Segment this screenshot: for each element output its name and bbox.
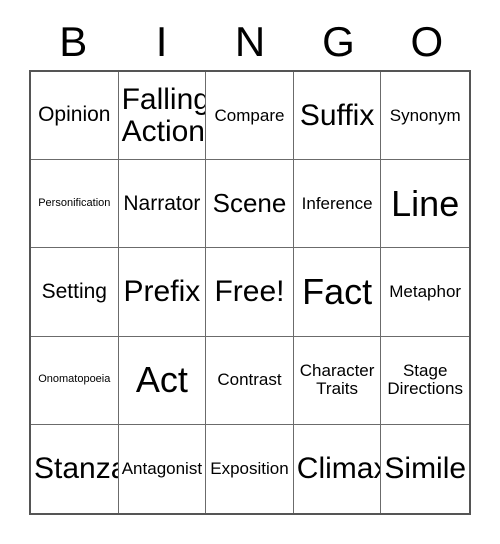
bingo-cell-label: Personification — [38, 196, 111, 209]
bingo-header-letter-o: O — [410, 18, 444, 65]
bingo-cell-i4[interactable]: Act — [118, 336, 207, 425]
bingo-cell-label: Line — [391, 182, 460, 224]
bingo-cell-label: Metaphor — [389, 281, 462, 301]
bingo-cell-n5[interactable]: Exposition — [206, 424, 294, 513]
bingo-cell-label: Scene — [212, 188, 287, 219]
bingo-cell-n4[interactable]: Contrast — [206, 336, 294, 425]
bingo-cell-label: Inference — [301, 193, 373, 213]
bingo-cell-label: Climax — [296, 451, 382, 485]
bingo-cell-label: Setting — [41, 279, 107, 303]
bingo-cell-label: Stanza — [34, 451, 119, 485]
bingo-cell-label: Falling Action — [121, 82, 207, 148]
bingo-cell-b4[interactable]: Onomatopoeia — [31, 336, 119, 425]
bingo-cell-label: Act — [135, 359, 188, 401]
bingo-cell-o2[interactable]: Line — [381, 160, 469, 249]
bingo-header-letter-i: I — [155, 18, 168, 65]
bingo-cell-label: Narrator — [123, 191, 201, 215]
bingo-cell-label: Stage Directions — [387, 361, 463, 399]
bingo-cell-b5[interactable]: Stanza — [31, 424, 119, 513]
bingo-cell-label: Suffix — [299, 98, 375, 132]
bingo-cell-b3[interactable]: Setting — [31, 248, 119, 337]
bingo-cell-g4[interactable]: Character Traits — [293, 336, 382, 425]
bingo-free-space-label: Free! — [214, 275, 285, 309]
bingo-cell-g5[interactable]: Climax — [293, 424, 382, 513]
bingo-cell-free-space[interactable]: Free! — [206, 248, 294, 337]
bingo-cell-label: Character Traits — [299, 361, 375, 399]
bingo-cell-i5[interactable]: Antagonist — [118, 424, 207, 513]
bingo-cell-label: Fact — [302, 270, 373, 312]
bingo-cell-o3[interactable]: Metaphor — [381, 248, 469, 337]
bingo-header-letter-g: G — [322, 18, 355, 65]
bingo-cell-i3[interactable]: Prefix — [118, 248, 207, 337]
bingo-cell-label: Simile — [384, 451, 467, 485]
bingo-cell-o5[interactable]: Simile — [381, 424, 469, 513]
bingo-cell-label: Opinion — [38, 103, 111, 127]
bingo-card: B I N G O Opinion Falling Action Compare… — [0, 0, 500, 544]
bingo-cell-b1[interactable]: Opinion — [31, 72, 119, 161]
bingo-cell-o1[interactable]: Synonym — [381, 72, 469, 161]
bingo-cell-g1[interactable]: Suffix — [293, 72, 382, 161]
bingo-cell-b2[interactable]: Personification — [31, 160, 119, 249]
bingo-header-row: B I N G O — [29, 14, 471, 70]
bingo-cell-label: Antagonist — [121, 458, 203, 478]
bingo-header-letter-b: B — [59, 18, 88, 65]
bingo-cell-label: Prefix — [123, 275, 201, 309]
bingo-cell-g3[interactable]: Fact — [293, 248, 382, 337]
bingo-grid: Opinion Falling Action Compare Suffix Sy… — [29, 70, 471, 515]
bingo-cell-n1[interactable]: Compare — [206, 72, 294, 161]
bingo-cell-label: Compare — [214, 105, 285, 125]
bingo-header-letter-n: N — [234, 18, 266, 65]
bingo-cell-label: Synonym — [389, 105, 461, 125]
bingo-cell-label: Onomatopoeia — [38, 373, 111, 386]
bingo-cell-label: Exposition — [210, 458, 289, 478]
bingo-cell-g2[interactable]: Inference — [293, 160, 382, 249]
bingo-cell-o4[interactable]: Stage Directions — [381, 336, 469, 425]
bingo-cell-i2[interactable]: Narrator — [118, 160, 207, 249]
bingo-cell-n2[interactable]: Scene — [206, 160, 294, 249]
bingo-cell-i1[interactable]: Falling Action — [118, 72, 207, 161]
bingo-cell-label: Contrast — [217, 370, 282, 390]
